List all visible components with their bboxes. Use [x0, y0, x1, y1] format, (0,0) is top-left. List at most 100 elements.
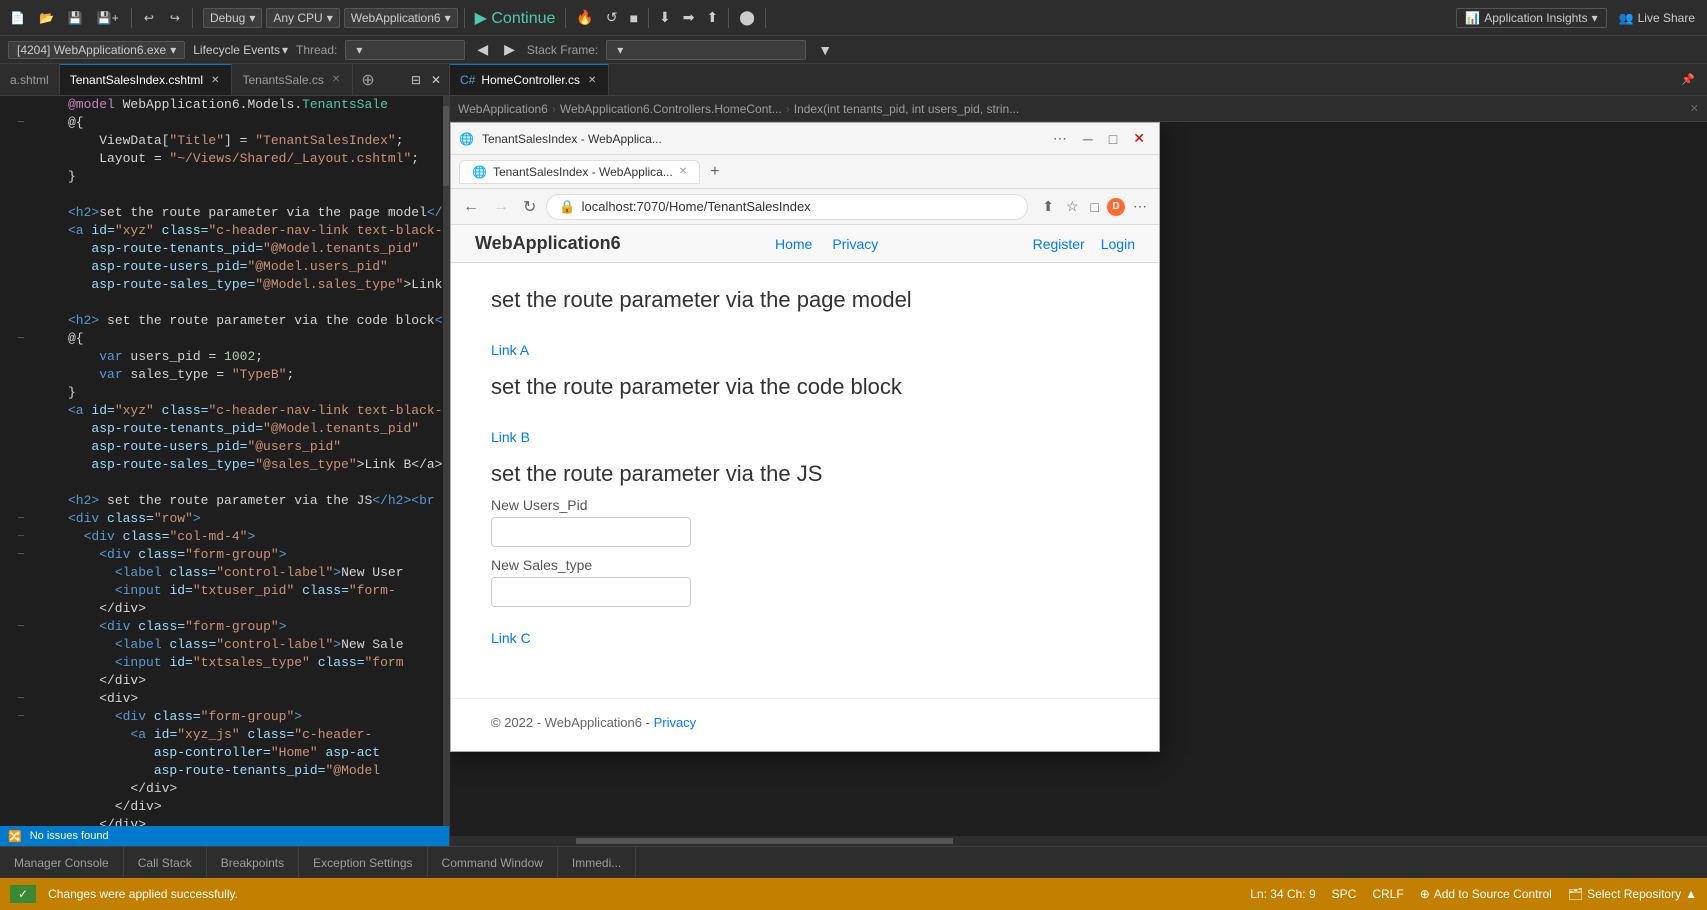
bottom-tab-manager-console[interactable]: Manager Console	[0, 847, 124, 878]
code-line: <input id="txtsales_type" class="form	[0, 654, 443, 672]
browser-tab-close[interactable]: ✕	[679, 166, 687, 177]
browser-forward-btn[interactable]: →	[489, 196, 513, 218]
browser-refresh-btn[interactable]: ↻	[519, 195, 540, 219]
bottom-tab-call-stack[interactable]: Call Stack	[124, 847, 207, 878]
right-editor-scrollbar[interactable]	[450, 836, 1707, 846]
browser-back-btn[interactable]: ←	[459, 196, 483, 218]
chevron-up-icon: ▲	[1685, 887, 1697, 901]
continue-label: Continue	[491, 10, 555, 27]
tab-home-controller-label: HomeController.cs	[481, 73, 580, 87]
debug-mode-dropdown[interactable]: Debug ▾	[203, 8, 262, 28]
live-share-btn[interactable]: 👥 Live Share	[1611, 9, 1703, 27]
thread-dropdown[interactable]: ▾	[345, 40, 465, 60]
close-breadcrumb-btn[interactable]: ✕	[1690, 102, 1699, 115]
code-line: − <div class="form-group">	[0, 546, 443, 564]
stack-navigate-btn[interactable]: ▼	[814, 40, 836, 60]
breadcrumb-sep2: ›	[786, 102, 790, 116]
stack-frame-dropdown[interactable]: ▾	[606, 40, 806, 60]
browser-active-tab[interactable]: 🌐 TenantSalesIndex - WebApplica... ✕	[459, 160, 700, 184]
git-icon: 🔀	[8, 830, 22, 843]
breadcrumb-sep1: ›	[552, 102, 556, 116]
stop-btn[interactable]: ■	[626, 8, 642, 28]
section1-heading: set the route parameter via the page mod…	[491, 287, 1119, 313]
breadcrumb-webapp: WebApplication6	[458, 102, 548, 116]
step-out-btn[interactable]: ⬆	[703, 7, 723, 28]
project-dropdown[interactable]: WebApplication6 ▾	[344, 8, 458, 28]
browser-menu-btn[interactable]: ⋯	[1129, 196, 1151, 217]
continue-btn[interactable]: ▶ Continue	[471, 8, 560, 28]
cpu-label: Any CPU	[273, 11, 322, 25]
code-line: var sales_type = "TypeB";	[0, 366, 443, 384]
add-to-source-btn[interactable]: ⊕ Add to Source Control	[1420, 887, 1552, 901]
browser-profile-btn[interactable]: D	[1107, 198, 1125, 216]
nav-privacy-link[interactable]: Privacy	[832, 236, 878, 252]
left-tab-bar: a.shtml TenantSalesIndex.cshtml ✕ Tenant…	[0, 64, 449, 96]
tab-tenant-sales-index[interactable]: TenantSalesIndex.cshtml ✕	[60, 64, 233, 95]
browser-titlebar: 🌐 TenantSalesIndex - WebApplica... ⋯ ─ □…	[451, 123, 1159, 155]
nav-login-link[interactable]: Login	[1101, 236, 1135, 252]
tab-home-controller-close[interactable]: ✕	[586, 74, 598, 87]
close-tab-btn[interactable]: ✕	[427, 71, 445, 89]
cpu-dropdown[interactable]: Any CPU ▾	[266, 8, 339, 28]
browser-bookmark-btn[interactable]: ☆	[1062, 196, 1083, 217]
bottom-tab-command-window[interactable]: Command Window	[428, 847, 558, 878]
left-editor-scrollbar[interactable]	[443, 96, 449, 826]
link-a[interactable]: Link A	[491, 342, 1119, 358]
link-c[interactable]: Link C	[491, 630, 1119, 646]
nav-home-link[interactable]: Home	[775, 236, 812, 252]
tab-tenants-sale[interactable]: TenantsSale.cs ✕	[232, 64, 353, 95]
browser-url-bar[interactable]: 🔒 localhost:7070/Home/TenantSalesIndex	[546, 194, 1028, 220]
footer-privacy-link[interactable]: Privacy	[654, 715, 697, 730]
tab-tenant-sales-index-close[interactable]: ✕	[209, 74, 221, 87]
new-file-btn[interactable]: 📄	[4, 9, 31, 27]
browser-share-btn[interactable]: ⬆	[1038, 196, 1058, 217]
save-btn[interactable]: 💾	[62, 9, 89, 27]
step-into-btn[interactable]: ⬇	[655, 7, 675, 28]
link-b[interactable]: Link B	[491, 429, 1119, 445]
bottom-tab-exception-settings[interactable]: Exception Settings	[299, 847, 427, 878]
tab-tenants-sale-close[interactable]: ✕	[330, 73, 342, 86]
browser-sidebar-btn[interactable]: □	[1087, 197, 1103, 217]
split-editor-btn[interactable]: ⊟	[407, 71, 425, 89]
browser-more-btn[interactable]: ⋯	[1047, 128, 1073, 149]
code-line: <label class="control-label">New User	[0, 564, 443, 582]
sales-type-input[interactable]	[491, 577, 691, 607]
hot-reload-btn[interactable]: 🔥	[572, 7, 597, 28]
redo-btn[interactable]: ↪	[164, 9, 186, 27]
step-over-btn[interactable]: ➡	[679, 7, 699, 28]
new-tab-btn[interactable]: ⊕	[353, 70, 382, 90]
tab-tenant-sales-index-label: TenantSalesIndex.cshtml	[70, 73, 203, 87]
check-icon: ✓	[18, 887, 28, 901]
process-selector[interactable]: [4204] WebApplication6.exe ▾	[8, 41, 185, 59]
share-icon: 👥	[1619, 11, 1634, 25]
browser-minimize-btn[interactable]: ─	[1077, 129, 1099, 149]
immediate-label: Immedi...	[572, 856, 621, 870]
right-panel: C# HomeController.cs ✕ 📌 WebApplication6…	[450, 64, 1707, 846]
open-folder-btn[interactable]: 📂	[33, 9, 60, 27]
tab-shtml[interactable]: a.shtml	[0, 64, 60, 95]
browser-maximize-btn[interactable]: □	[1103, 129, 1123, 149]
section3-heading: set the route parameter via the JS	[491, 461, 1119, 487]
lifecycle-events-btn[interactable]: Lifecycle Events ▾	[193, 43, 288, 57]
tab-home-controller[interactable]: C# HomeController.cs ✕	[450, 64, 609, 95]
thread-navigate-btn[interactable]: ◀	[473, 39, 492, 60]
code-line: <label class="control-label">New Sale	[0, 636, 443, 654]
browser-close-btn[interactable]: ✕	[1127, 128, 1151, 149]
code-line: </div>	[0, 780, 443, 798]
select-repo-btn[interactable]: 🗂 Select Repository ▲	[1568, 887, 1697, 901]
restart-btn[interactable]: ↺	[602, 7, 622, 28]
live-share-label: Live Share	[1638, 11, 1695, 25]
thread-navigate-next-btn[interactable]: ▶	[500, 39, 519, 60]
app-insights-btn[interactable]: 📊 Application Insights ▾	[1456, 8, 1606, 28]
webapp-nav: WebApplication6 Home Privacy Register Lo…	[451, 225, 1159, 263]
users-pid-input[interactable]	[491, 517, 691, 547]
browser-new-tab-btn[interactable]: +	[704, 163, 725, 181]
breakpoints-btn[interactable]: ⬤	[735, 7, 759, 28]
code-line: }	[0, 384, 443, 402]
pin-tab-btn[interactable]: 📌	[1677, 71, 1699, 88]
nav-register-link[interactable]: Register	[1033, 236, 1085, 252]
undo-btn[interactable]: ↩	[138, 9, 160, 27]
save-all-btn[interactable]: 💾+	[91, 9, 125, 27]
bottom-tab-immediate[interactable]: Immedi...	[558, 847, 636, 878]
bottom-tab-breakpoints[interactable]: Breakpoints	[207, 847, 299, 878]
